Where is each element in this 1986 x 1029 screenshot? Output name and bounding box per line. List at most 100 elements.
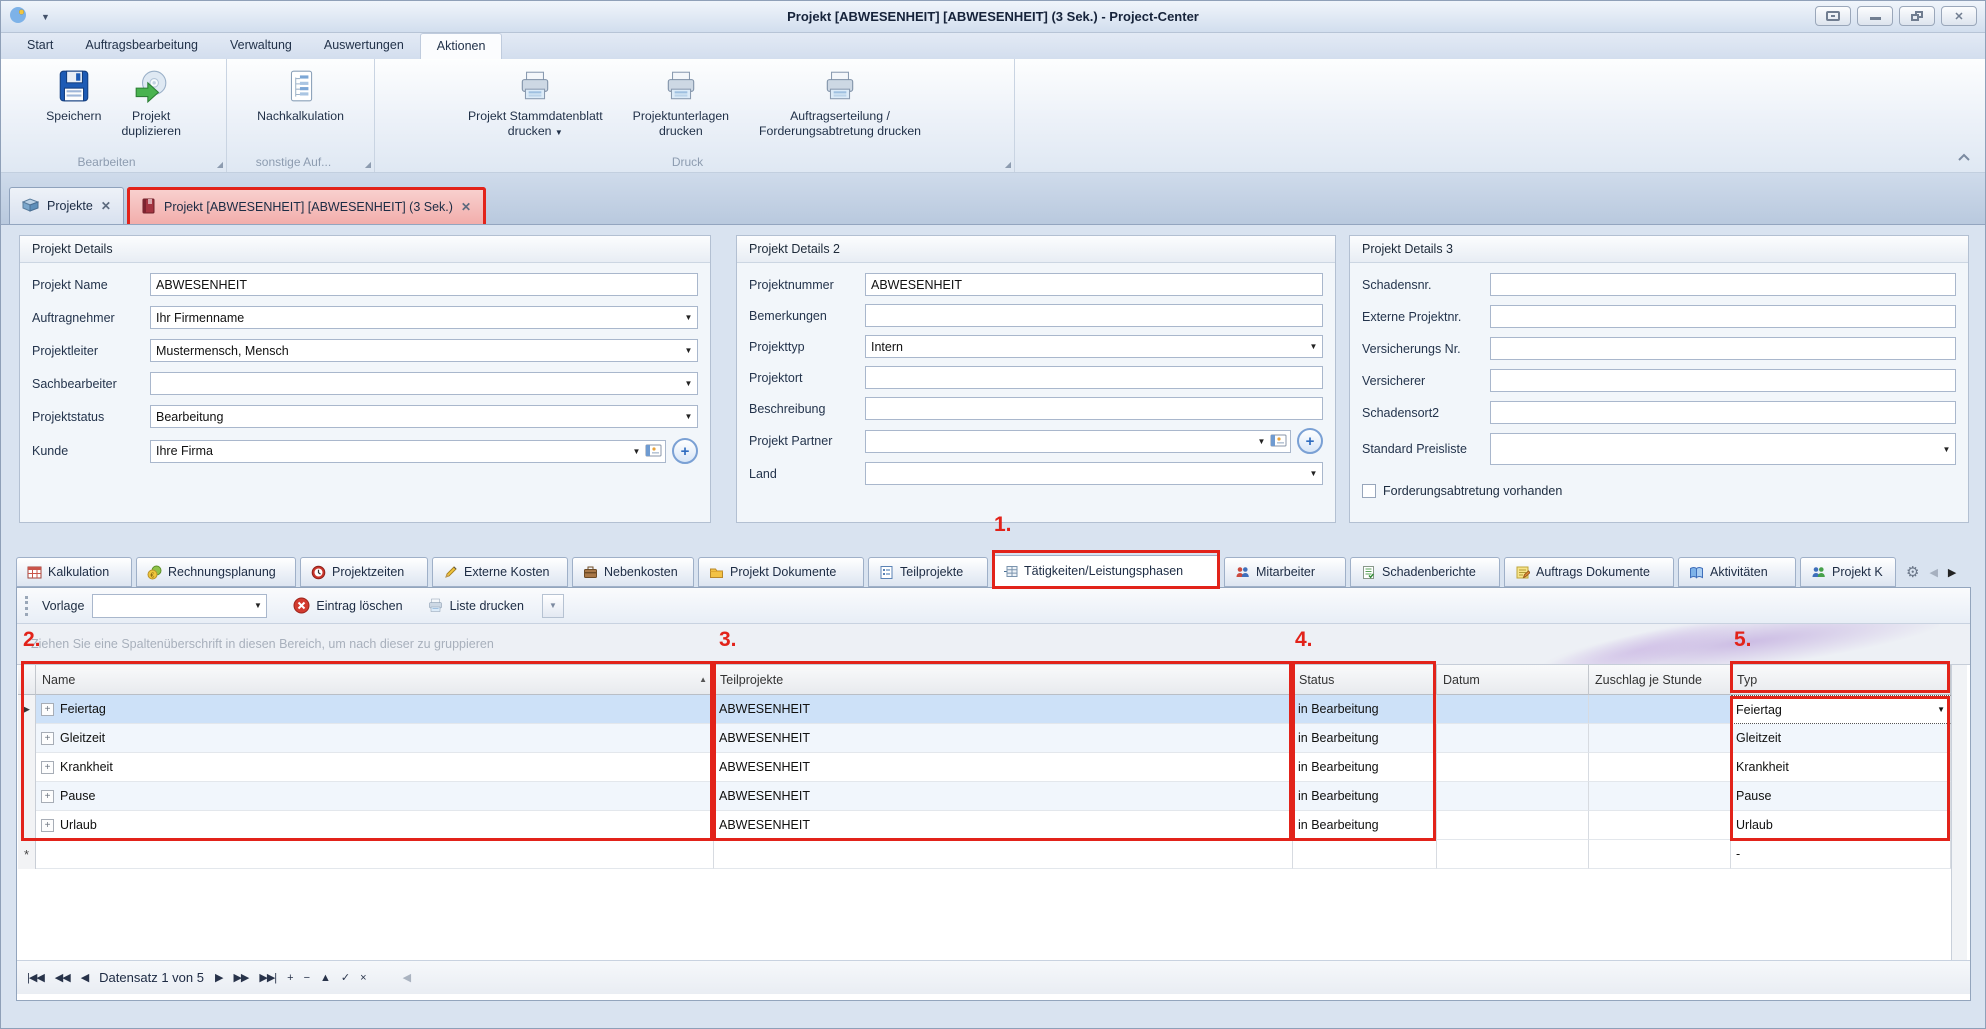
tab-projektzeiten[interactable]: Projektzeiten [300, 557, 428, 587]
table-row[interactable]: +Pause ABWESENHEIT in Bearbeitung Pause [18, 782, 1951, 811]
expand-icon[interactable]: + [41, 790, 54, 803]
speichern-button[interactable]: Speichern [38, 63, 109, 124]
ribbon-tab-verwaltung[interactable]: Verwaltung [214, 33, 308, 59]
column-header-status[interactable]: Status [1293, 665, 1437, 695]
qat-customize-icon[interactable]: ▼ [41, 12, 50, 22]
expand-icon[interactable]: + [41, 732, 54, 745]
column-header-name[interactable]: Name▲ [36, 665, 714, 695]
ribbon-collapse-icon[interactable] [1957, 150, 1971, 164]
nav-last-icon[interactable]: ▶▶| [259, 971, 276, 984]
close-tab-icon[interactable]: ✕ [101, 199, 111, 213]
nav-post-icon[interactable]: ✓ [341, 971, 349, 984]
tab-aktivitaeten[interactable]: Aktivitäten [1678, 557, 1796, 587]
tab-externe-kosten[interactable]: Externe Kosten [432, 557, 568, 587]
liste-drucken-button[interactable]: Liste drucken [419, 594, 532, 617]
nav-cancel-icon[interactable]: × [360, 972, 365, 984]
expand-icon[interactable]: + [41, 761, 54, 774]
versicherungs-nr-input[interactable] [1490, 337, 1956, 360]
column-header-typ[interactable]: Typ [1731, 665, 1951, 695]
projekt-partner-combo[interactable]: ▼ [865, 430, 1291, 453]
auftragnehmer-combo[interactable]: Ihr Firmenname▼ [150, 306, 698, 329]
nav-append-icon[interactable]: + [287, 972, 292, 984]
projekt-name-input[interactable] [150, 273, 698, 296]
nav-prev-page-icon[interactable]: ◀◀ [55, 971, 70, 984]
doc-tab-projekte[interactable]: Projekte ✕ [9, 187, 124, 224]
column-header-datum[interactable]: Datum [1437, 665, 1589, 695]
tab-kalkulation[interactable]: Kalkulation [16, 557, 132, 587]
projektnummer-input[interactable] [865, 273, 1323, 296]
ribbon-tab-auswertungen[interactable]: Auswertungen [308, 33, 420, 59]
tab-auftrags-dokumente[interactable]: Auftrags Dokumente [1504, 557, 1674, 587]
add-partner-button[interactable]: + [1297, 428, 1323, 454]
schadensort2-input[interactable] [1490, 401, 1956, 424]
new-row[interactable]: * - [18, 840, 1951, 869]
tab-schadenberichte[interactable]: Schadenberichte [1350, 557, 1500, 587]
doc-tab-projekt-abwesenheit[interactable]: Projekt [ABWESENHEIT] [ABWESENHEIT] (3 S… [127, 187, 486, 224]
typ-cell-editor[interactable]: Feiertag▼ [1731, 695, 1951, 724]
projekt-duplizieren-button[interactable]: Projekt duplizieren [113, 63, 188, 140]
column-header-zuschlag[interactable]: Zuschlag je Stunde [1589, 665, 1731, 695]
tab-scroll-right-icon[interactable]: ▶ [1948, 566, 1956, 579]
table-row[interactable]: ▶ +Feiertag ABWESENHEIT in Bearbeitung F… [18, 695, 1951, 724]
gear-icon[interactable]: ⚙ [1906, 565, 1919, 580]
stammdatenblatt-drucken-button[interactable]: Projekt Stammdatenblatt drucken ▼ [460, 63, 611, 140]
externe-projektnr-input[interactable] [1490, 305, 1956, 328]
toolbar-grip-handle[interactable] [25, 596, 28, 616]
contact-card-icon[interactable] [1270, 433, 1287, 450]
schadensnr-input[interactable] [1490, 273, 1956, 296]
standard-preisliste-combo[interactable]: ▼ [1490, 433, 1956, 465]
table-row[interactable]: +Urlaub ABWESENHEIT in Bearbeitung Urlau… [18, 811, 1951, 840]
tab-scroll-left-icon[interactable]: ◀ [1929, 566, 1937, 579]
close-button[interactable]: ✕ [1941, 6, 1977, 26]
nav-next-icon[interactable]: ▶ [215, 971, 222, 984]
window-zoom-button[interactable] [1815, 6, 1851, 26]
land-combo[interactable]: ▼ [865, 462, 1323, 485]
ribbon-tab-start[interactable]: Start [11, 33, 69, 59]
vorlage-combo[interactable]: ▼ [92, 594, 267, 618]
tab-rechnungsplanung[interactable]: € Rechnungsplanung [136, 557, 296, 587]
kunde-combo[interactable]: Ihre Firma▼ [150, 440, 666, 463]
close-tab-icon[interactable]: ✕ [461, 200, 471, 214]
projektort-input[interactable] [865, 366, 1323, 389]
projektleiter-combo[interactable]: Mustermensch, Mensch▼ [150, 339, 698, 362]
forderungsabtretung-checkbox[interactable] [1362, 484, 1376, 498]
nav-scroll-left-icon[interactable]: ◀ [403, 971, 410, 984]
nav-prev-icon[interactable]: ◀ [81, 971, 88, 984]
tab-teilprojekte[interactable]: Teilprojekte [868, 557, 988, 587]
tab-taetigkeiten-leistungsphasen[interactable]: Tätigkeiten/Leistungsphasen [992, 555, 1220, 587]
minimize-button[interactable] [1857, 6, 1893, 26]
tab-mitarbeiter[interactable]: Mitarbeiter [1224, 557, 1346, 587]
dialog-launcher-icon[interactable]: ◢ [1005, 160, 1011, 169]
dialog-launcher-icon[interactable]: ◢ [217, 160, 223, 169]
tab-nebenkosten[interactable]: Nebenkosten [572, 557, 694, 587]
nachkalkulation-button[interactable]: Nachkalkulation [249, 63, 352, 124]
expand-icon[interactable]: + [41, 703, 54, 716]
tab-projekt-k[interactable]: Projekt K [1800, 557, 1896, 587]
ribbon-tab-auftragsbearbeitung[interactable]: Auftragsbearbeitung [69, 33, 214, 59]
vertical-scrollbar[interactable] [1951, 665, 1967, 960]
contact-card-icon[interactable] [645, 443, 662, 460]
column-header-teilprojekte[interactable]: Teilprojekte [714, 665, 1293, 695]
bemerkungen-input[interactable] [865, 304, 1323, 327]
toolbar-overflow-icon[interactable]: ▼ [542, 594, 564, 618]
sachbearbeiter-combo[interactable]: ▼ [150, 372, 698, 395]
restore-button[interactable] [1899, 6, 1935, 26]
nav-next-page-icon[interactable]: ▶▶ [233, 971, 248, 984]
tab-projekt-dokumente[interactable]: Projekt Dokumente [698, 557, 864, 587]
table-row[interactable]: +Krankheit ABWESENHEIT in Bearbeitung Kr… [18, 753, 1951, 782]
dialog-launcher-icon[interactable]: ◢ [365, 160, 371, 169]
projektunterlagen-drucken-button[interactable]: Projektunterlagen drucken [625, 63, 737, 140]
eintrag-loeschen-button[interactable]: Eintrag löschen [285, 594, 410, 617]
nav-delete-icon[interactable]: − [304, 972, 309, 984]
auftragserteilung-drucken-button[interactable]: Auftragserteilung / Forderungsabtretung … [751, 63, 929, 140]
projektstatus-combo[interactable]: Bearbeitung▼ [150, 405, 698, 428]
expand-icon[interactable]: + [41, 819, 54, 832]
group-by-band[interactable]: Ziehen Sie eine Spaltenüberschrift in di… [17, 624, 1970, 665]
table-row[interactable]: +Gleitzeit ABWESENHEIT in Bearbeitung Gl… [18, 724, 1951, 753]
projekttyp-combo[interactable]: Intern▼ [865, 335, 1323, 358]
nav-first-icon[interactable]: |◀◀ [27, 971, 44, 984]
ribbon-tab-aktionen[interactable]: Aktionen [420, 33, 503, 59]
beschreibung-input[interactable] [865, 397, 1323, 420]
nav-edit-icon[interactable]: ▲ [320, 972, 330, 984]
versicherer-input[interactable] [1490, 369, 1956, 392]
